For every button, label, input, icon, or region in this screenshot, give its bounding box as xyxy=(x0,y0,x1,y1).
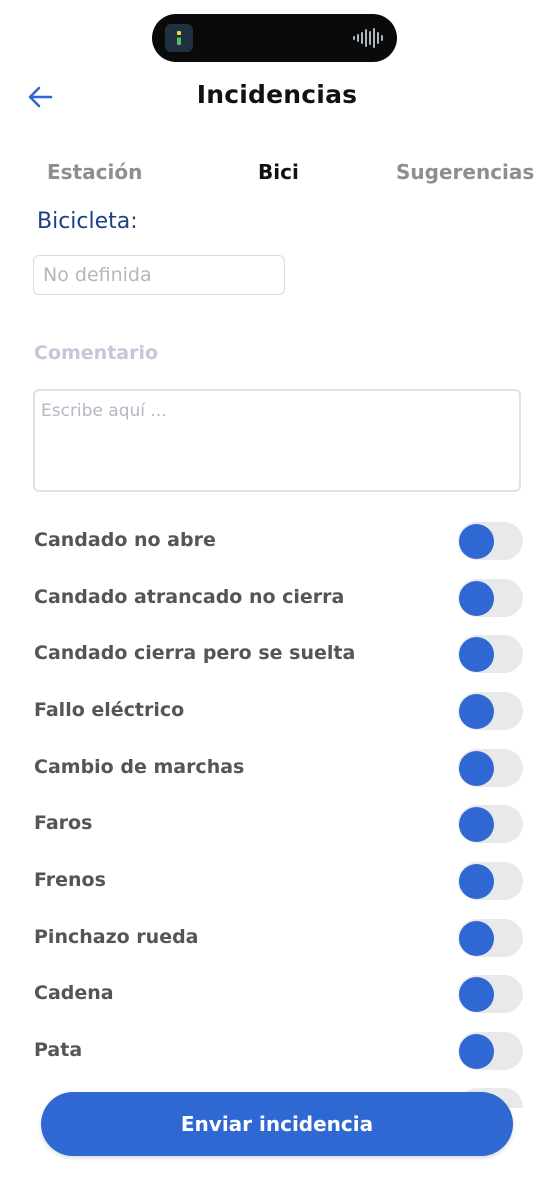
toggle-knob xyxy=(459,694,494,729)
issue-label: Cambio de marchas xyxy=(34,756,245,778)
traffic-light-app-icon xyxy=(165,24,193,52)
toggle-knob xyxy=(459,807,494,842)
comment-label: Comentario xyxy=(34,342,159,364)
issue-toggle[interactable] xyxy=(458,692,523,730)
toggle-knob xyxy=(459,524,494,559)
issue-row: Pata xyxy=(0,1022,554,1080)
issue-toggle[interactable] xyxy=(458,579,523,617)
comment-textarea[interactable] xyxy=(33,389,521,492)
issue-label: Fallo eléctrico xyxy=(34,699,185,721)
issue-toggle[interactable] xyxy=(458,805,523,843)
issue-row: Frenos xyxy=(0,852,554,910)
audio-wave-icon xyxy=(353,28,383,48)
issue-label: Frenos xyxy=(34,869,106,891)
issue-label: Pinchazo rueda xyxy=(34,926,199,948)
bike-field[interactable] xyxy=(33,255,285,295)
toggle-knob xyxy=(459,921,494,956)
toggle-knob xyxy=(459,637,494,672)
issue-label: Candado cierra pero se suelta xyxy=(34,642,356,664)
dynamic-island xyxy=(152,14,397,62)
issue-toggle[interactable] xyxy=(458,635,523,673)
issue-toggle[interactable] xyxy=(458,862,523,900)
issue-row: Cadena xyxy=(0,965,554,1023)
toggle-knob xyxy=(459,864,494,899)
issue-row: Cambio de marchas xyxy=(0,739,554,797)
tab-estacion[interactable]: Estación xyxy=(47,160,142,184)
issue-row: Candado cierra pero se suelta xyxy=(0,625,554,683)
page-title: Incidencias xyxy=(196,80,358,109)
toggle-knob xyxy=(459,1034,494,1069)
bike-label: Bicicleta: xyxy=(37,209,138,234)
tab-bici[interactable]: Bici xyxy=(258,160,299,184)
tab-sugerencias[interactable]: Sugerencias xyxy=(396,160,534,184)
toggle-knob xyxy=(459,751,494,786)
toggle-knob xyxy=(459,977,494,1012)
issue-toggle[interactable] xyxy=(458,975,523,1013)
tab-bar: Estación Bici Sugerencias xyxy=(0,160,554,196)
issue-label: Cadena xyxy=(34,982,114,1004)
issue-row: Candado atrancado no cierra xyxy=(0,569,554,627)
issue-row: Candado no abre xyxy=(0,512,554,570)
issue-toggle[interactable] xyxy=(458,919,523,957)
issue-label: Pata xyxy=(34,1039,83,1061)
issue-row: Pinchazo rueda xyxy=(0,909,554,967)
issue-row: Faros xyxy=(0,795,554,853)
issue-label: Candado atrancado no cierra xyxy=(34,586,345,608)
issue-toggle[interactable] xyxy=(458,1032,523,1070)
issue-label: Faros xyxy=(34,812,93,834)
toggle-knob xyxy=(459,581,494,616)
issue-toggle[interactable] xyxy=(458,749,523,787)
submit-incident-button[interactable]: Enviar incidencia xyxy=(41,1092,513,1156)
issue-toggle[interactable] xyxy=(458,522,523,560)
issue-row: Fallo eléctrico xyxy=(0,682,554,740)
header: Incidencias xyxy=(0,74,554,120)
issue-label: Candado no abre xyxy=(34,529,216,551)
